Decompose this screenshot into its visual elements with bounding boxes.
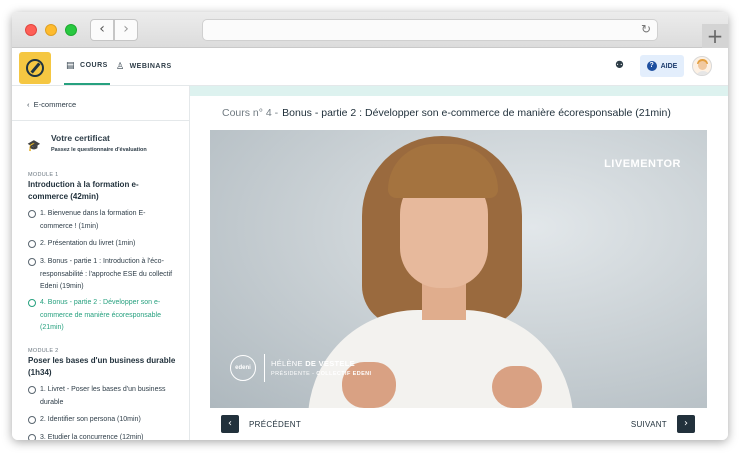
chevron-right-icon: › — [684, 418, 688, 429]
lesson-navigation: ‹ PRÉCÉDENT SUIVANT › — [210, 408, 707, 440]
speaker-organization: COLLECTIF EDENI — [316, 371, 372, 377]
avatar[interactable] — [692, 56, 712, 76]
aide-button[interactable]: ? AIDE — [640, 55, 684, 77]
lesson-label: 1. Bienvenue dans la formation E-commerc… — [40, 210, 146, 230]
plus-icon: + — [706, 24, 724, 48]
chevron-right-icon: › — [123, 21, 129, 37]
book-icon: ▤ — [66, 60, 76, 71]
graduation-cap-icon: 🎓 — [27, 139, 41, 152]
course-title: Bonus - partie 2 : Développer son e-comm… — [282, 107, 671, 119]
help-icon: ? — [646, 61, 657, 71]
lesson-status-icon — [28, 240, 36, 248]
module-title: Introduction à la formation e-commerce (… — [28, 180, 139, 201]
browser-window: ‹ › ↻ + ▤ COURS ♙ WEBINARS ⚉ ? AIDE ‹ E-… — [12, 12, 728, 440]
close-window-button[interactable] — [25, 24, 37, 36]
lesson-status-icon — [28, 434, 36, 440]
speaker-role: PRÉSIDENTE - COLLECTIF EDENI — [271, 371, 371, 377]
lesson-label: 2. Identifier son persona (10min) — [40, 416, 141, 423]
lesson-label: 3. Etudier la concurrence (12min) — [40, 434, 144, 440]
tab-webinars-label: WEBINARS — [129, 63, 172, 70]
header-band — [190, 86, 728, 96]
previous-button[interactable]: ‹ — [221, 415, 239, 433]
lesson-main: Cours n° 4 - Bonus - partie 2 : Développ… — [190, 86, 728, 440]
certificate-title[interactable]: Votre certificat — [51, 133, 110, 143]
module-title: Poser les bases d'un business durable (1… — [28, 356, 176, 377]
tab-cours-label: COURS — [80, 62, 108, 69]
lesson-status-icon — [28, 210, 36, 218]
module-label: MODULE 2 — [28, 348, 59, 354]
maximize-window-button[interactable] — [65, 24, 77, 36]
tab-webinars[interactable]: ♙ WEBINARS — [116, 48, 172, 85]
browser-titlebar: ‹ › ↻ — [12, 12, 728, 48]
avatar-body — [696, 71, 710, 75]
lesson-status-icon — [28, 386, 36, 394]
speaker-name: HÉLÈNE DE VESTELE — [271, 359, 371, 368]
minimize-window-button[interactable] — [45, 24, 57, 36]
speaker-role-title: PRÉSIDENTE - — [271, 371, 315, 377]
lower-third-divider — [264, 354, 265, 382]
lesson-label: 2. Présentation du livret (1min) — [40, 240, 136, 247]
lesson-item-active[interactable]: 4. Bonus - partie 2 : Développer son e-c… — [28, 297, 178, 335]
aide-label: AIDE — [660, 62, 678, 70]
lesson-item[interactable]: 2. Présentation du livret (1min) — [28, 238, 178, 251]
lesson-label: 1. Livret - Poser les bases d'un busines… — [40, 386, 166, 406]
lesson-status-icon — [28, 416, 36, 424]
livementor-watermark: LIVEMENTOR — [604, 158, 681, 170]
new-tab-button[interactable]: + — [702, 24, 728, 50]
reload-icon[interactable]: ↻ — [641, 22, 651, 36]
lesson-item[interactable]: 2. Identifier son persona (10min) — [28, 414, 178, 427]
speaker-first-name: HÉLÈNE — [271, 359, 303, 368]
speaker-hand — [492, 366, 542, 408]
lesson-item[interactable]: 3. Bonus - partie 1 : Introduction à l'é… — [28, 256, 178, 294]
lesson-status-icon — [28, 258, 36, 266]
lesson-label: 3. Bonus - partie 1 : Introduction à l'é… — [40, 258, 173, 290]
chevron-left-icon: ‹ — [27, 100, 34, 109]
browser-back-button[interactable]: ‹ — [90, 19, 114, 41]
avatar-face — [698, 61, 707, 70]
lesson-label: 4. Bonus - partie 2 : Développer son e-c… — [40, 299, 162, 331]
speaker-last-name: DE VESTELE — [305, 359, 355, 368]
browser-forward-button[interactable]: › — [114, 19, 138, 41]
next-label[interactable]: SUIVANT — [631, 420, 667, 429]
certificate-subtitle[interactable]: Passez le questionnaire d'évaluation — [51, 147, 147, 153]
tab-cours[interactable]: ▤ COURS — [64, 48, 110, 85]
course-number: Cours n° 4 - — [222, 107, 279, 119]
video-player[interactable]: LIVEMENTOR edeni HÉLÈNE DE VESTELE PRÉSI… — [210, 130, 707, 408]
person-icon: ♙ — [116, 61, 125, 72]
next-button[interactable]: › — [677, 415, 695, 433]
compass-logo-icon[interactable] — [19, 52, 51, 84]
chevron-left-icon: ‹ — [228, 418, 232, 429]
edeni-logo: edeni — [230, 355, 256, 381]
speaker-lower-third: edeni HÉLÈNE DE VESTELE PRÉSIDENTE - COL… — [230, 354, 371, 382]
community-icon[interactable]: ⚉ — [615, 60, 624, 71]
lesson-item[interactable]: 1. Livret - Poser les bases d'un busines… — [28, 384, 178, 409]
lesson-item[interactable]: 1. Bienvenue dans la formation E-commerc… — [28, 208, 178, 233]
course-sidebar: ‹ E-commerce 🎓 Votre certificat Passez l… — [12, 86, 190, 440]
app-header: ▤ COURS ♙ WEBINARS ⚉ ? AIDE — [12, 48, 728, 86]
lesson-title-bar: Cours n° 4 - Bonus - partie 2 : Développ… — [210, 96, 707, 130]
speaker-info: HÉLÈNE DE VESTELE PRÉSIDENTE - COLLECTIF… — [271, 359, 371, 377]
back-to-course-link[interactable]: ‹ E-commerce — [27, 100, 76, 109]
lesson-status-icon — [28, 299, 36, 307]
chevron-left-icon: ‹ — [99, 21, 105, 37]
module-label: MODULE 1 — [28, 172, 59, 178]
divider — [12, 120, 189, 121]
lesson-item[interactable]: 3. Etudier la concurrence (12min) — [28, 432, 178, 440]
back-link-label: E-commerce — [33, 100, 77, 109]
address-bar[interactable]: ↻ — [202, 19, 658, 41]
previous-label[interactable]: PRÉCÉDENT — [249, 420, 301, 429]
